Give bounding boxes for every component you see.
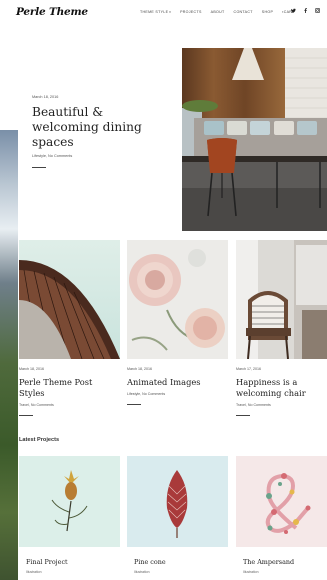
social-links bbox=[291, 8, 320, 13]
post-image[interactable] bbox=[236, 240, 327, 359]
nav-item-contact[interactable]: CONTACT bbox=[234, 10, 253, 14]
post-date: March 17, 2016 bbox=[236, 367, 261, 371]
site-header: Perle Theme THEME STYLE▾ PROJECTS ABOUT … bbox=[0, 0, 327, 30]
nav-item-about[interactable]: ABOUT bbox=[211, 10, 225, 14]
post-meta: Travel, No Comments bbox=[19, 403, 54, 407]
post-meta: Lifestyle, No Comments bbox=[127, 392, 166, 396]
post-card: March 18, 2016 Animated Images Lifestyle… bbox=[127, 240, 228, 405]
project-category: Illustration bbox=[243, 570, 259, 574]
post-image[interactable] bbox=[127, 240, 228, 359]
project-category: Illustration bbox=[134, 570, 150, 574]
post-meta: Travel, No Comments bbox=[236, 403, 271, 407]
twitter-icon[interactable] bbox=[291, 8, 296, 13]
post-title[interactable]: Perle Theme Post Styles bbox=[19, 377, 115, 398]
divider bbox=[236, 415, 250, 416]
nav-item-theme-style[interactable]: THEME STYLE▾ bbox=[140, 10, 171, 14]
divider bbox=[19, 415, 33, 416]
site-logo[interactable]: Perle Theme bbox=[16, 6, 88, 18]
main-nav: THEME STYLE▾ PROJECTS ABOUT CONTACT SHOP… bbox=[140, 10, 295, 14]
project-title[interactable]: The Ampersand bbox=[243, 558, 294, 566]
project-card: The Ampersand Illustration bbox=[236, 456, 327, 574]
divider bbox=[32, 167, 46, 168]
post-date: March 18, 2016 bbox=[19, 367, 44, 371]
post-date: March 18, 2016 bbox=[127, 367, 152, 371]
post-title[interactable]: Animated Images bbox=[127, 377, 223, 388]
project-image[interactable] bbox=[127, 456, 228, 547]
nav-item-shop[interactable]: SHOP bbox=[262, 10, 273, 14]
hero-post: March 18, 2016 Beautiful & welcoming din… bbox=[32, 95, 172, 168]
project-title[interactable]: Pine cone bbox=[134, 558, 166, 566]
post-title[interactable]: Happiness is a welcoming chair bbox=[236, 377, 327, 398]
chevron-down-icon: ▾ bbox=[169, 10, 172, 14]
post-date: March 18, 2016 bbox=[32, 95, 59, 99]
section-title-latest-projects: Latest Projects bbox=[19, 437, 60, 443]
post-image[interactable] bbox=[19, 240, 120, 359]
facebook-icon[interactable] bbox=[303, 8, 308, 13]
post-card: March 18, 2016 Perle Theme Post Styles T… bbox=[19, 240, 120, 416]
project-card: Pine cone Illustration bbox=[127, 456, 228, 574]
hero-image[interactable] bbox=[182, 48, 327, 231]
nav-item-label: THEME STYLE bbox=[140, 10, 169, 14]
project-category: Illustration bbox=[26, 570, 42, 574]
post-meta: Lifestyle, No Comments bbox=[32, 154, 73, 158]
project-image[interactable] bbox=[19, 456, 120, 547]
project-title[interactable]: Final Project bbox=[26, 558, 68, 566]
project-image[interactable] bbox=[236, 456, 327, 547]
nav-item-projects[interactable]: PROJECTS bbox=[180, 10, 202, 14]
project-card: Final Project Illustration bbox=[19, 456, 120, 574]
post-card: March 17, 2016 Happiness is a welcoming … bbox=[236, 240, 327, 416]
instagram-icon[interactable] bbox=[315, 8, 320, 13]
hero-title[interactable]: Beautiful & welcoming dining spaces bbox=[32, 105, 172, 150]
divider bbox=[127, 404, 141, 405]
page: Perle Theme THEME STYLE▾ PROJECTS ABOUT … bbox=[0, 0, 327, 580]
